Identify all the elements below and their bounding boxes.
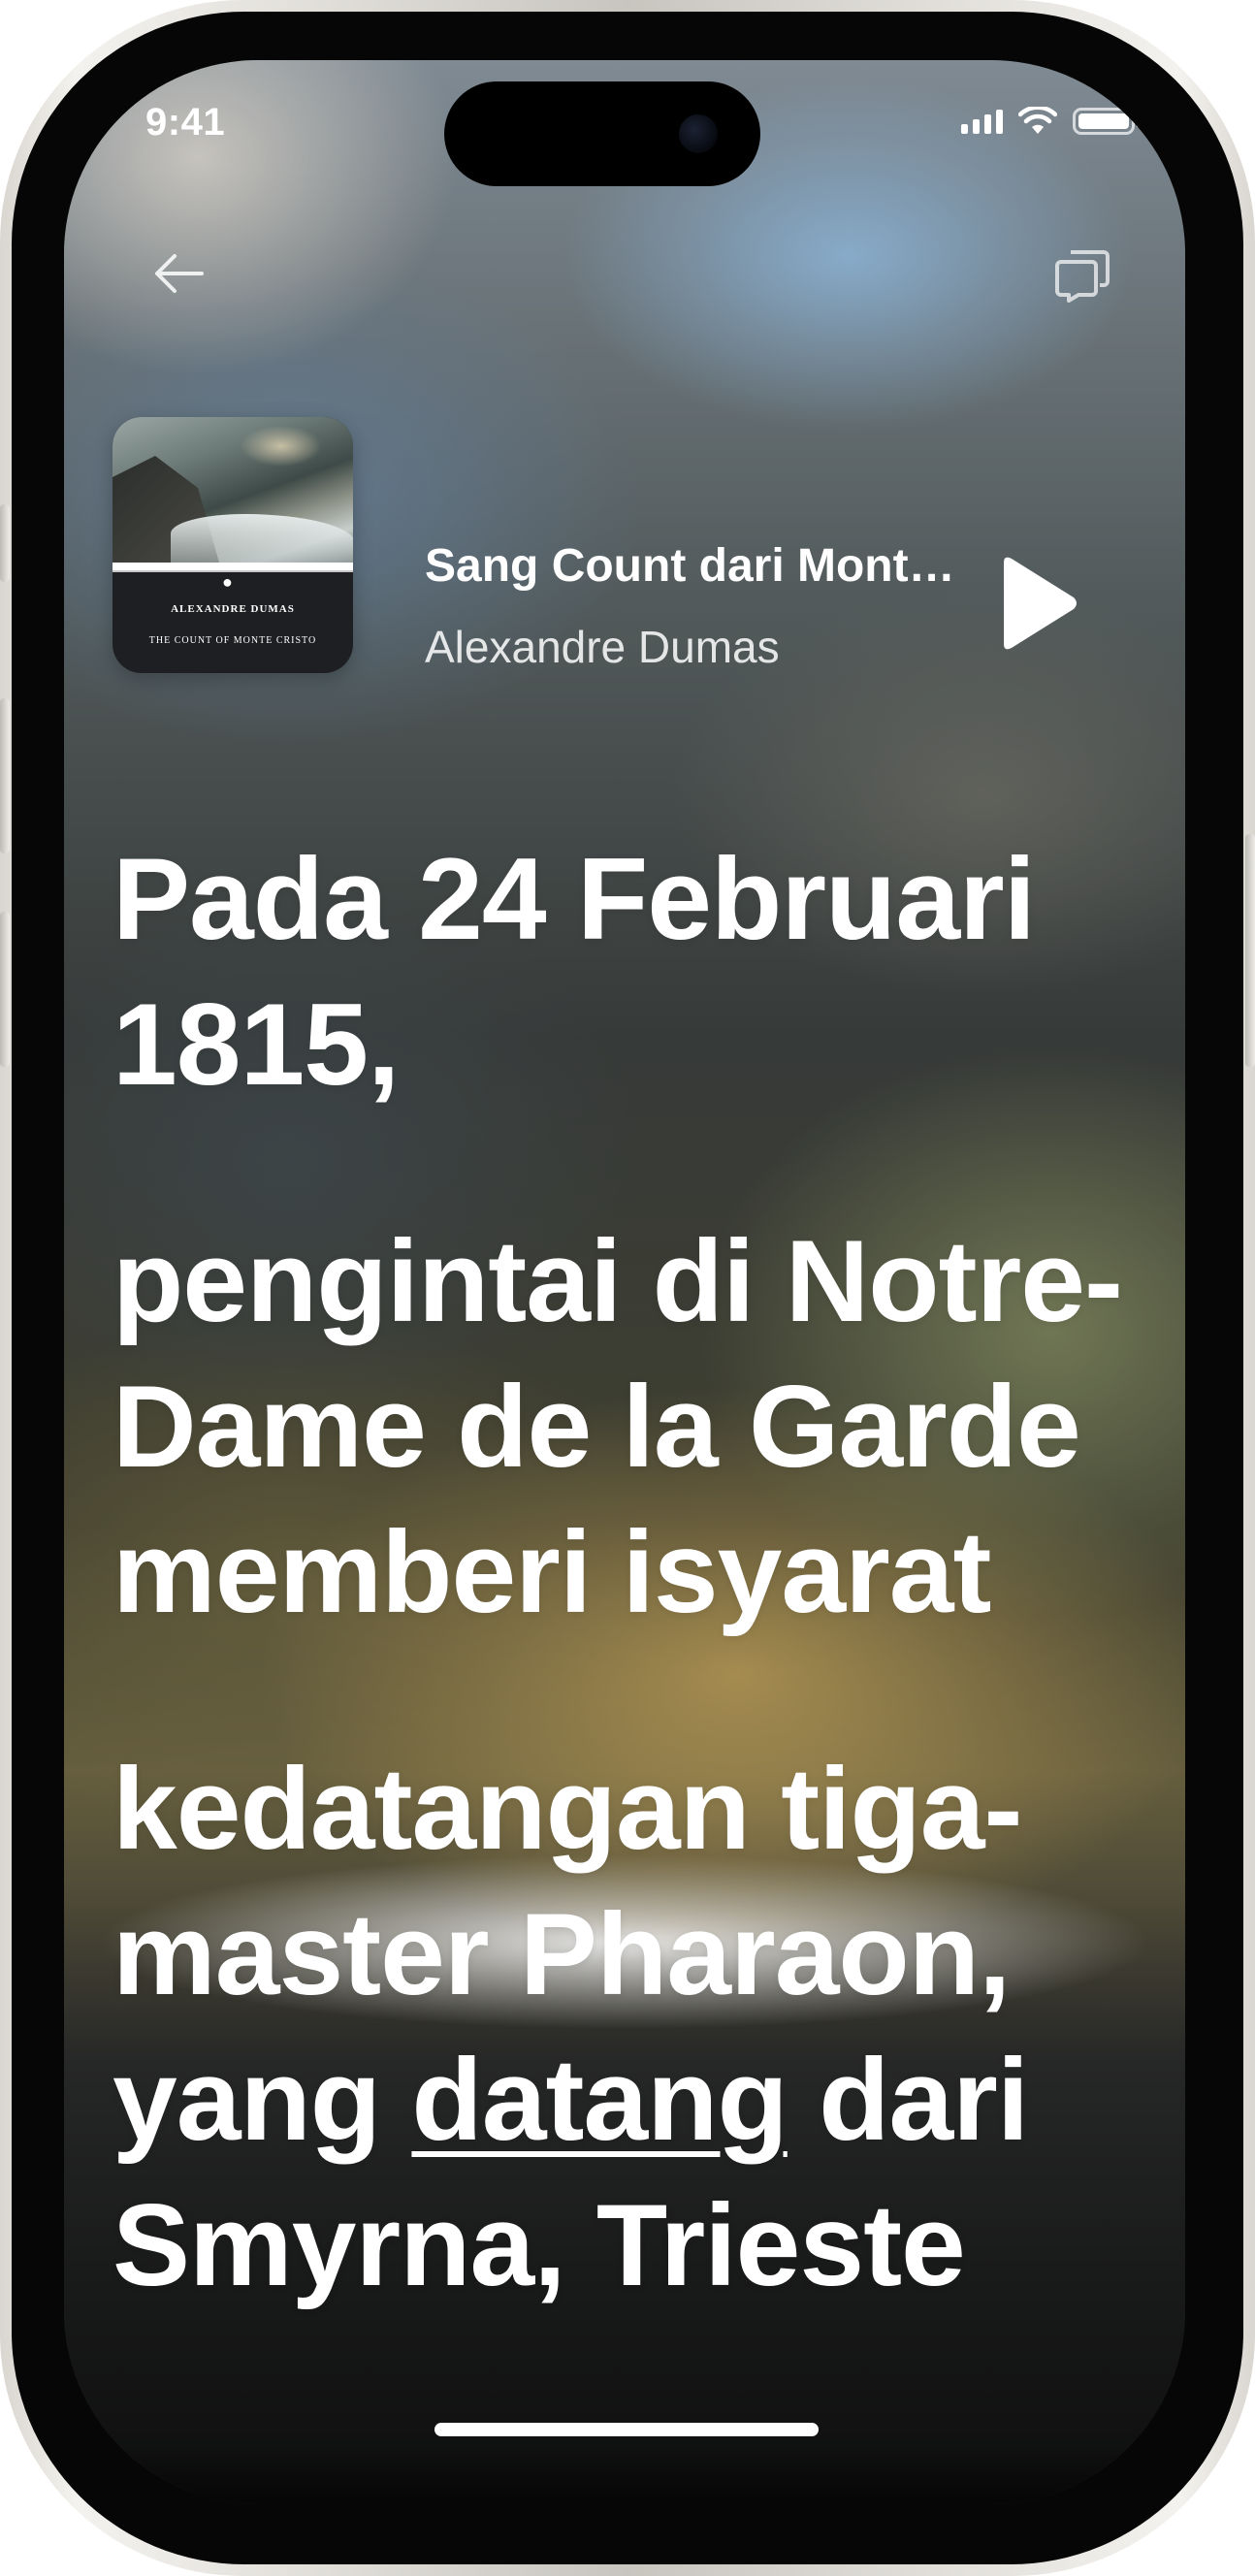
reading-text: Pada 24 Februari 1815, pengintai di Notr… [113, 826, 1141, 2318]
book-cover[interactable]: ● ALEXANDRE DUMAS THE COUNT OF MONTE CRI… [113, 417, 353, 673]
cover-title: THE COUNT OF MONTE CRISTO [148, 635, 317, 646]
speech-bubbles-icon [1055, 250, 1110, 303]
status-time: 9:41 [145, 101, 226, 144]
screen: 9:41 ● ALEXANDRE DUMAS THE COUNT OF MONT… [64, 60, 1185, 2504]
current-word: datang [411, 2035, 788, 2165]
bottom-fade [64, 2446, 1185, 2504]
camera-icon [679, 114, 718, 153]
volume-up-button [0, 698, 10, 853]
cellular-signal-icon [961, 109, 1003, 134]
speech-bubbles-button[interactable] [1044, 235, 1121, 312]
now-playing-author: Alexandre Dumas [425, 622, 780, 672]
reading-line: kedatangan tiga-master Pharaon, [113, 1744, 1023, 2019]
back-button[interactable] [140, 235, 217, 312]
reading-line-current: yang datang dari [113, 2027, 1141, 2173]
cover-band [113, 563, 353, 570]
volume-down-button [0, 912, 10, 1067]
reading-line: Smyrna, Trieste [113, 2180, 966, 2310]
wifi-icon [1018, 107, 1057, 134]
now-playing-title[interactable]: Sang Count dari Monte Cristo [425, 539, 968, 593]
word: dari [787, 2035, 1029, 2165]
play-button[interactable] [987, 550, 1084, 657]
publisher-logo-icon: ● [222, 572, 233, 592]
action-button [0, 504, 10, 582]
reading-line: pengintai di Notre-Dame de la Garde memb… [113, 1216, 1123, 1637]
phone-frame: 9:41 ● ALEXANDRE DUMAS THE COUNT OF MONT… [0, 0, 1255, 2576]
play-icon [1004, 557, 1077, 650]
cover-author: ALEXANDRE DUMAS [171, 603, 295, 615]
battery-icon [1073, 108, 1141, 135]
home-indicator[interactable] [434, 2423, 819, 2436]
status-icons [961, 107, 1141, 136]
dynamic-island [444, 81, 760, 186]
cover-painting [113, 417, 353, 563]
reading-line: Pada 24 Februari 1815, [113, 834, 1036, 1110]
word: yang [113, 2035, 412, 2165]
side-button [1245, 834, 1255, 1067]
arrow-left-icon [155, 254, 204, 293]
cover-band-line [113, 570, 353, 572]
